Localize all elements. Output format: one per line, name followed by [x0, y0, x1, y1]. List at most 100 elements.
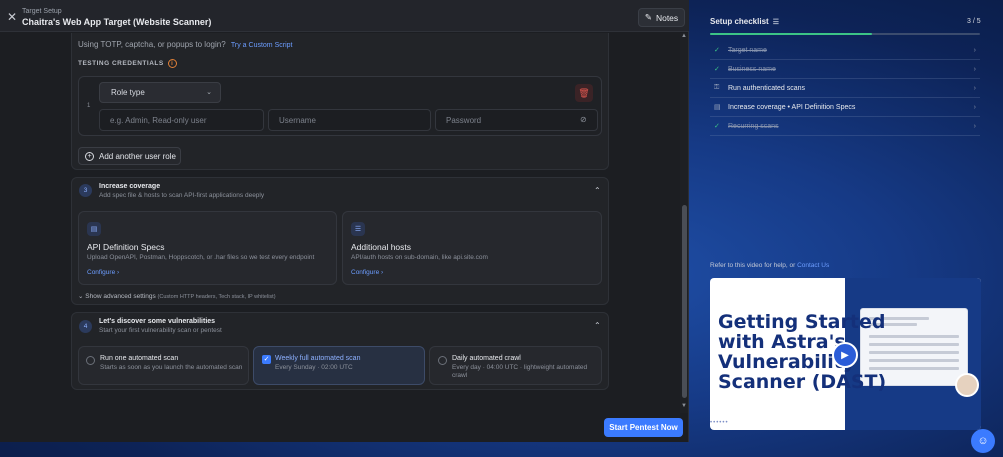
notes-label: Notes — [655, 12, 679, 23]
dots-decoration: •••••• — [710, 420, 729, 426]
api-specs-desc: Upload OpenAPI, Postman, Hoppscotch, or … — [87, 254, 315, 261]
chevron-right-icon: › — [973, 84, 976, 92]
checklist-item-label: Recurring scans — [728, 122, 779, 130]
checklist-item-target-name[interactable]: ✓ Target name › — [710, 41, 980, 60]
checklist-item-recurring-scans[interactable]: ✓ Recurring scans › — [710, 117, 980, 136]
collapse-coverage-icon[interactable]: ⌃ — [594, 186, 601, 195]
scan-option-sub: Every Sunday · 02:00 UTC — [275, 364, 353, 371]
video-title: Getting Started with Astra's Vulnerabili… — [718, 312, 886, 392]
advanced-settings-hint: (Custom HTTP headers, Tech stack, IP whi… — [157, 294, 276, 300]
check-icon: ✓ — [714, 66, 720, 73]
scrollbar-thumb[interactable] — [682, 205, 687, 398]
api-specs-card[interactable]: ▤ API Definition Specs Upload OpenAPI, P… — [78, 211, 337, 285]
header-subtitle: Target Setup — [22, 8, 62, 15]
scroll-up-icon[interactable]: ▲ — [681, 33, 687, 39]
delete-role-button[interactable]: 🗑 — [575, 84, 593, 102]
password-field[interactable]: Password — [435, 109, 598, 131]
contact-us-link[interactable]: Contact Us — [797, 262, 829, 269]
step-4-badge: 4 — [79, 320, 92, 333]
trash-icon: 🗑 — [578, 87, 590, 98]
target-setup-modal: ✕ Target Setup Chaitra's Web App Target … — [0, 0, 689, 442]
advanced-settings-label: Show advanced settings — [85, 293, 156, 300]
checklist-progress — [710, 33, 980, 35]
chat-support-icon[interactable]: ☺ — [971, 429, 995, 453]
help-video[interactable]: Getting Started with Astra's Vulnerabili… — [710, 278, 981, 430]
totp-question-text: Using TOTP, captcha, or popups to login? — [78, 40, 226, 49]
additional-hosts-configure-label: Configure — [351, 269, 380, 276]
coverage-subtitle: Add spec file & hosts to scan API-first … — [99, 192, 265, 199]
checklist-item-label: Run authenticated scans — [728, 84, 806, 92]
credentials-label-text: TESTING CREDENTIALS — [78, 60, 164, 67]
modal-header: ✕ Target Setup Chaitra's Web App Target … — [0, 0, 689, 32]
page-title: Chaitra's Web App Target (Website Scanne… — [22, 17, 212, 27]
chevron-right-icon: › — [973, 122, 976, 130]
api-specs-configure-link[interactable]: Configure › — [87, 269, 119, 276]
scroll-down-icon[interactable]: ▼ — [681, 403, 687, 409]
credentials-label: TESTING CREDENTIALS i — [78, 59, 177, 68]
additional-hosts-desc: API/auth hosts on sub-domain, like api.s… — [351, 254, 488, 261]
play-icon[interactable]: ▶ — [832, 342, 858, 368]
checklist-title: Setup checklist ☰ — [710, 17, 779, 26]
scan-option-sub: Every day · 04:00 UTC · lightweight auto… — [452, 364, 588, 380]
scan-option-weekly[interactable]: ✓ Weekly full automated scan Every Sunda… — [253, 346, 425, 385]
help-text-body: Refer to this video for help, or — [710, 262, 796, 269]
checklist-item-label: Business name — [728, 65, 776, 73]
role-type-value: Role type — [111, 88, 145, 97]
check-icon: ✓ — [714, 47, 720, 54]
video-title-line: Vulnerability — [718, 351, 856, 373]
help-text: Refer to this video for help, or Contact… — [710, 262, 829, 269]
key-icon: ⚿ — [714, 84, 720, 91]
scan-option-title: Run one automated scan — [100, 355, 179, 362]
presenter-avatar — [955, 373, 979, 397]
username-placeholder: Username — [279, 116, 316, 125]
chevron-right-icon: › — [973, 46, 976, 54]
additional-hosts-title: Additional hosts — [351, 242, 412, 252]
custom-script-link[interactable]: Try a Custom Script — [231, 42, 293, 49]
list-icon: ☰ — [772, 18, 779, 26]
checklist-item-authenticated-scans[interactable]: ⚿ Run authenticated scans › — [710, 79, 980, 98]
role-type-select[interactable]: Role type ⌄ — [99, 82, 221, 103]
scan-option-daily[interactable]: Daily automated crawl Every day · 04:00 … — [429, 346, 602, 385]
plus-circle-icon: + — [85, 151, 94, 161]
advanced-settings-toggle[interactable]: ⌄ Show advanced settings (Custom HTTP he… — [78, 292, 276, 300]
scan-option-title: Daily automated crawl — [452, 355, 521, 362]
scan-option-once[interactable]: Run one automated scan Starts as soon as… — [78, 346, 249, 385]
scan-option-title: Weekly full automated scan — [275, 355, 361, 362]
checklist-count: 3 / 5 — [967, 18, 981, 25]
discover-title: Let's discover some vulnerabilities — [99, 318, 216, 325]
additional-hosts-configure-link[interactable]: Configure › — [351, 269, 383, 276]
api-specs-configure-label: Configure — [87, 269, 116, 276]
radio-unchecked-icon[interactable] — [438, 356, 447, 365]
checklist-item-label: Target name — [728, 46, 767, 54]
close-icon[interactable]: ✕ — [7, 10, 17, 24]
api-specs-title: API Definition Specs — [87, 242, 165, 252]
video-title-line: Getting Started — [718, 311, 886, 333]
collapse-discover-icon[interactable]: ⌃ — [594, 321, 601, 330]
video-title-line: Scanner (DAST) — [718, 371, 887, 393]
info-icon[interactable]: i — [167, 59, 177, 68]
checklist-item-coverage[interactable]: ▤ Increase coverage • API Definition Spe… — [710, 98, 980, 117]
radio-unchecked-icon[interactable] — [86, 356, 95, 365]
chevron-right-icon: › — [973, 103, 976, 111]
checklist-item-label: Increase coverage • API Definition Specs — [728, 103, 856, 111]
notes-icon: ✎ — [644, 12, 652, 22]
row-number: 1 — [87, 103, 91, 109]
checklist-item-business-name[interactable]: ✓ Business name › — [710, 60, 980, 79]
coverage-title: Increase coverage — [99, 183, 161, 190]
notes-button[interactable]: ✎ Notes — [638, 8, 685, 27]
video-title-line: with Astra's — [718, 331, 846, 353]
eye-off-icon[interactable]: ⊘ — [580, 115, 587, 124]
additional-hosts-card[interactable]: ☰ Additional hosts API/auth hosts on sub… — [342, 211, 602, 285]
chevron-down-icon: ⌄ — [206, 89, 212, 96]
chevron-right-icon: › — [973, 65, 976, 73]
step-3-badge: 3 — [79, 184, 92, 197]
document-icon: ▤ — [87, 222, 101, 236]
role-name-field[interactable]: e.g. Admin, Read-only user — [99, 109, 264, 131]
username-field[interactable]: Username — [268, 109, 431, 131]
checklist-progress-fill — [710, 33, 872, 35]
checklist-title-text: Setup checklist — [710, 17, 769, 26]
start-pentest-button[interactable]: Start Pentest Now — [604, 418, 683, 437]
add-user-role-button[interactable]: + Add another user role — [78, 147, 181, 165]
check-icon[interactable]: ✓ — [262, 355, 271, 364]
add-role-label: Add another user role — [99, 151, 176, 161]
